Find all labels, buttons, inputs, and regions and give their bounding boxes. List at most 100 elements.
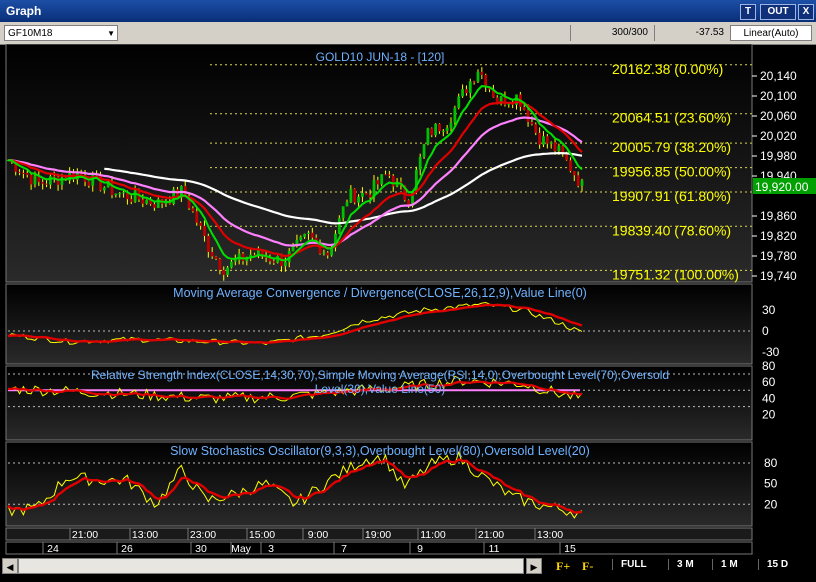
y-axis-label: 19,820 bbox=[760, 229, 797, 243]
rsi-y-axis-label: 20 bbox=[762, 408, 776, 422]
stochastics-panel-title: Slow Stochastics Oscillator(9,3,3),Overb… bbox=[170, 444, 590, 458]
y-axis-label: 20,100 bbox=[760, 89, 797, 103]
price-candle bbox=[33, 175, 37, 185]
price-candle bbox=[545, 136, 549, 144]
price-candle bbox=[376, 180, 380, 185]
scroll-left-button[interactable]: ◀ bbox=[2, 558, 18, 574]
bottom-bar: ◀ ▶ F+ F- FULL 3 M 1 M 15 D bbox=[0, 556, 816, 582]
price-candle bbox=[434, 123, 438, 136]
price-candle bbox=[580, 180, 584, 186]
price-candle bbox=[526, 109, 530, 122]
price-candle bbox=[322, 252, 326, 254]
fib-level-label: 19956.85 (50.00%) bbox=[612, 164, 731, 180]
price-candle bbox=[572, 171, 576, 176]
symbol-selector[interactable]: GF10M18 ▼ bbox=[4, 25, 118, 41]
toggle-button[interactable]: T bbox=[740, 4, 756, 20]
y-axis-label: 19,780 bbox=[760, 249, 797, 263]
scroll-track[interactable] bbox=[18, 558, 524, 574]
price-candle bbox=[226, 267, 229, 275]
price-candle bbox=[299, 236, 303, 241]
price-candle bbox=[391, 175, 395, 187]
price-candle bbox=[461, 89, 464, 97]
stochastics-y-axis-label: 20 bbox=[764, 497, 778, 511]
y-axis-label: 20,060 bbox=[760, 109, 797, 123]
zoom-in-button[interactable]: F+ bbox=[556, 559, 570, 574]
rsi-panel-title-line1: Relative Strength Index(CLOSE,14,30,70),… bbox=[91, 368, 669, 382]
close-button[interactable]: X bbox=[798, 4, 814, 20]
zoom-out-button[interactable]: F- bbox=[582, 559, 593, 574]
price-candle bbox=[361, 192, 364, 197]
price-candle bbox=[18, 171, 21, 173]
price-candle bbox=[441, 130, 445, 132]
price-candle bbox=[152, 204, 156, 208]
price-candle bbox=[307, 232, 310, 234]
price-candle bbox=[41, 181, 45, 184]
price-candle bbox=[384, 174, 387, 176]
fib-level-label: 19839.40 (78.60%) bbox=[612, 222, 731, 238]
price-candle bbox=[129, 199, 133, 202]
date-axis-band bbox=[5, 541, 753, 555]
price-candle bbox=[191, 208, 195, 212]
date-axis-label: 3 bbox=[268, 543, 274, 555]
range-3m-button[interactable]: 3 M bbox=[668, 559, 694, 570]
price-candle bbox=[530, 121, 534, 125]
price-candle bbox=[569, 160, 572, 172]
chevron-down-icon[interactable]: ▼ bbox=[107, 26, 115, 42]
price-candle bbox=[118, 193, 122, 195]
chart-area[interactable]: 20162.38 (0.00%) 20064.51 (23.60%) 20005.7… bbox=[0, 44, 816, 556]
fib-level-label: 19751.32 (100.00%) bbox=[612, 266, 739, 282]
price-candle bbox=[364, 192, 368, 195]
date-axis-label: 7 bbox=[341, 543, 347, 555]
price-candle bbox=[214, 256, 218, 259]
price-candle bbox=[114, 193, 118, 196]
macd-panel-title: Moving Average Convergence / Divergence(… bbox=[173, 286, 587, 300]
price-candle bbox=[303, 233, 307, 237]
price-candle bbox=[565, 154, 568, 161]
rsi-y-axis-label: 60 bbox=[762, 375, 776, 389]
fib-level-label: 20005.79 (38.20%) bbox=[612, 139, 731, 155]
price-candle bbox=[426, 128, 430, 145]
date-axis-label: 9 bbox=[417, 543, 423, 555]
y-axis-label: 19,860 bbox=[760, 209, 797, 223]
date-axis-label: 24 bbox=[47, 543, 59, 555]
price-candle bbox=[326, 252, 330, 256]
time-axis-label: 11:00 bbox=[420, 529, 446, 541]
date-axis-label: 30 bbox=[195, 543, 207, 555]
price-candle bbox=[222, 269, 226, 275]
scroll-right-button[interactable]: ▶ bbox=[526, 558, 542, 574]
price-candle bbox=[453, 107, 457, 123]
macd-y-axis-label: -30 bbox=[762, 345, 780, 359]
price-candle bbox=[272, 261, 276, 263]
range-full-button[interactable]: FULL bbox=[612, 559, 647, 570]
price-candle bbox=[102, 187, 106, 191]
price-candle bbox=[283, 262, 287, 267]
price-candle bbox=[476, 71, 480, 82]
time-axis-label: 15:00 bbox=[249, 529, 275, 541]
time-axis-label: 13:00 bbox=[132, 529, 158, 541]
macd-y-axis-label: 30 bbox=[762, 303, 776, 317]
price-candle bbox=[349, 188, 353, 203]
price-candle bbox=[230, 261, 233, 268]
scale-selector[interactable]: Linear(Auto) bbox=[730, 25, 812, 41]
rsi-panel-title-line2: Level(30),Value Line(50) bbox=[315, 382, 446, 396]
stochastics-y-axis-label: 80 bbox=[764, 456, 778, 470]
price-candle bbox=[465, 89, 468, 94]
window-titlebar: Graph T OUT X bbox=[0, 0, 816, 22]
y-axis-label: 20,140 bbox=[760, 69, 797, 83]
fib-level-label: 19907.91 (61.80%) bbox=[612, 188, 731, 204]
range-1m-button[interactable]: 1 M bbox=[712, 559, 738, 570]
price-candle bbox=[445, 127, 449, 131]
out-button[interactable]: OUT bbox=[760, 4, 796, 20]
price-candle bbox=[218, 258, 222, 270]
range-15d-button[interactable]: 15 D bbox=[758, 559, 788, 570]
y-axis-label: 20,020 bbox=[760, 129, 797, 143]
price-candle bbox=[233, 260, 237, 262]
rsi-y-axis-label: 80 bbox=[762, 359, 776, 373]
price-candle bbox=[368, 194, 372, 198]
price-candle bbox=[48, 176, 52, 185]
y-axis-label: 19,740 bbox=[760, 269, 797, 283]
price-candle bbox=[210, 251, 214, 257]
main-panel-title: GOLD10 JUN-18 - [120] bbox=[316, 50, 445, 64]
price-candle bbox=[22, 172, 25, 174]
price-candle bbox=[472, 81, 476, 83]
